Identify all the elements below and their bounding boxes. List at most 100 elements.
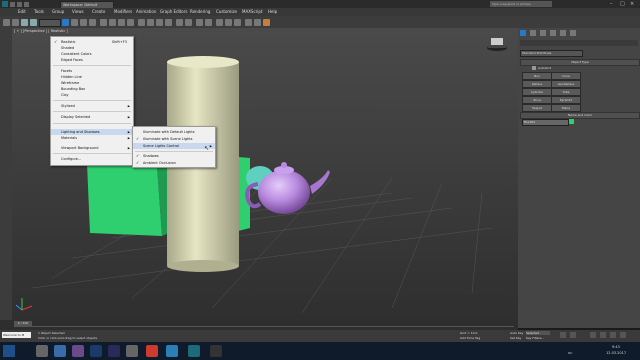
- track-bar[interactable]: [14, 326, 514, 327]
- utilities-tab-icon[interactable]: [570, 30, 576, 36]
- save-file-icon[interactable]: [24, 1, 29, 7]
- taskbar-browser-icon[interactable]: [146, 345, 158, 357]
- geosphere-button[interactable]: GeoSphere: [551, 80, 581, 88]
- cylinder-button[interactable]: Cylinder: [522, 88, 552, 96]
- create-tab-icon[interactable]: [520, 30, 526, 36]
- spinner-snap-icon[interactable]: [165, 19, 172, 26]
- object-name-field[interactable]: Box001: [522, 119, 569, 126]
- mirror-icon[interactable]: [176, 19, 183, 26]
- menu-item-viewport-background[interactable]: Viewport Background ▶: [51, 145, 133, 151]
- menu-item-shadows[interactable]: ✓ Shadows: [133, 153, 215, 159]
- rotate-icon[interactable]: [109, 19, 116, 26]
- layer-icon[interactable]: [196, 19, 203, 26]
- undo-icon[interactable]: [3, 19, 10, 26]
- scene-explorer-icon[interactable]: [205, 19, 212, 26]
- align-icon[interactable]: [185, 19, 192, 26]
- link-icon[interactable]: [21, 19, 28, 26]
- plane-button[interactable]: Plane: [551, 104, 581, 112]
- window-crossing-icon[interactable]: [89, 19, 96, 26]
- minimize-icon[interactable]: –: [610, 1, 618, 7]
- torus-button[interactable]: Torus: [522, 96, 552, 104]
- menu-item-stylized[interactable]: Stylized ▶: [51, 103, 133, 109]
- name-and-color-rollout[interactable]: Name and Color: [520, 112, 640, 119]
- cone-button[interactable]: Cone: [551, 72, 581, 80]
- menu-item-illuminate-scene[interactable]: ✓ Illuminate with Scene Lights: [133, 136, 215, 142]
- menu-item-display-selected[interactable]: Display Selected ▶: [51, 114, 133, 120]
- clock-time[interactable]: 9:43: [612, 345, 620, 349]
- tube-button[interactable]: Tube: [551, 88, 581, 96]
- menu-item-materials[interactable]: Materials ▶: [51, 135, 133, 141]
- taskbar-skype-icon[interactable]: [166, 345, 178, 357]
- menu-item-scene-lights-control[interactable]: Scene Lights Control ▶: [133, 143, 215, 149]
- key-mode-dropdown[interactable]: Selected: [526, 331, 550, 335]
- render-setup-icon[interactable]: [245, 19, 252, 26]
- next-frame-icon[interactable]: [570, 332, 576, 338]
- viewport-label[interactable]: [ + ] [Perspective ] [ Realistic ]: [14, 29, 68, 33]
- clock-date[interactable]: 12.03.2017: [606, 351, 626, 355]
- menu-modifiers[interactable]: Modifiers: [114, 9, 132, 14]
- menu-edit[interactable]: Edit: [18, 9, 26, 14]
- display-tab-icon[interactable]: [560, 30, 566, 36]
- pyramid-button[interactable]: Pyramid: [551, 96, 581, 104]
- box-button[interactable]: Box: [522, 72, 552, 80]
- maximize-viewport-icon[interactable]: [620, 332, 626, 338]
- menu-item-ambient-occlusion[interactable]: ✓ Ambient Occlusion: [133, 160, 215, 166]
- autogrid-checkbox[interactable]: [532, 66, 536, 70]
- select-object-icon[interactable]: [62, 19, 69, 26]
- menu-maxscript[interactable]: MAXScript: [242, 9, 263, 14]
- object-type-rollout[interactable]: Object Type: [520, 59, 640, 66]
- percent-snap-icon[interactable]: [156, 19, 163, 26]
- pan-icon[interactable]: [600, 332, 606, 338]
- menu-views[interactable]: Views: [72, 9, 84, 14]
- taskbar-app-icon[interactable]: [126, 345, 138, 357]
- maxscript-listener[interactable]: Welcome to M: [2, 332, 31, 338]
- menu-rendering[interactable]: Rendering: [190, 9, 210, 14]
- redo-icon[interactable]: [12, 19, 19, 26]
- curve-editor-icon[interactable]: [216, 19, 223, 26]
- taskbar-app-icon[interactable]: [72, 345, 84, 357]
- menu-customize[interactable]: Customize: [216, 9, 237, 14]
- menu-tools[interactable]: Tools: [34, 9, 44, 14]
- menu-item-edged-faces[interactable]: Edged Faces: [51, 57, 133, 63]
- orbit-icon[interactable]: [610, 332, 616, 338]
- close-icon[interactable]: ×: [630, 1, 638, 7]
- taskbar-premiere-icon[interactable]: [108, 345, 120, 357]
- primitive-type-dropdown[interactable]: Standard Primitives: [520, 50, 583, 57]
- unlink-icon[interactable]: [30, 19, 37, 26]
- language-indicator[interactable]: RU: [568, 351, 572, 355]
- add-time-tag[interactable]: Add Time Tag: [460, 336, 480, 340]
- move-icon[interactable]: [100, 19, 107, 26]
- taskbar-app-icon[interactable]: [54, 345, 66, 357]
- render-production-icon[interactable]: [263, 19, 270, 26]
- new-file-icon[interactable]: [10, 1, 15, 7]
- key-filters-button[interactable]: Key Filters...: [526, 336, 544, 340]
- motion-tab-icon[interactable]: [550, 30, 556, 36]
- menu-create[interactable]: Create: [92, 9, 105, 14]
- taskbar-3dsmax-icon[interactable]: [188, 345, 200, 357]
- search-input[interactable]: Type a keyword or phrase: [490, 1, 552, 7]
- app-logo-icon[interactable]: [2, 1, 8, 7]
- snap-icon[interactable]: [138, 19, 145, 26]
- auto-key-button[interactable]: Auto Key: [510, 331, 523, 335]
- select-by-name-icon[interactable]: [71, 19, 78, 26]
- rendered-frame-icon[interactable]: [254, 19, 261, 26]
- open-file-icon[interactable]: [17, 1, 22, 7]
- zoom-icon[interactable]: [590, 332, 596, 338]
- rectangle-selection-icon[interactable]: [80, 19, 87, 26]
- taskbar-app-icon[interactable]: [210, 345, 222, 357]
- material-editor-icon[interactable]: [234, 19, 241, 26]
- selection-filter-dropdown[interactable]: [39, 19, 61, 27]
- maximize-icon[interactable]: □: [620, 1, 628, 7]
- set-key-button[interactable]: Set Key: [510, 336, 521, 340]
- angle-snap-icon[interactable]: [147, 19, 154, 26]
- timeline[interactable]: 0 / 100: [0, 320, 518, 330]
- place-icon[interactable]: [127, 19, 134, 26]
- menu-item-configure[interactable]: Configure...: [51, 156, 133, 162]
- menu-animation[interactable]: Animation: [136, 9, 156, 14]
- schematic-view-icon[interactable]: [225, 19, 232, 26]
- menu-graph-editors[interactable]: Graph Editors: [160, 9, 187, 14]
- teapot-button[interactable]: Teapot: [522, 104, 552, 112]
- menu-item-clay[interactable]: Clay: [51, 92, 133, 98]
- start-button-icon[interactable]: [3, 345, 15, 357]
- taskbar-explorer-icon[interactable]: [36, 345, 48, 357]
